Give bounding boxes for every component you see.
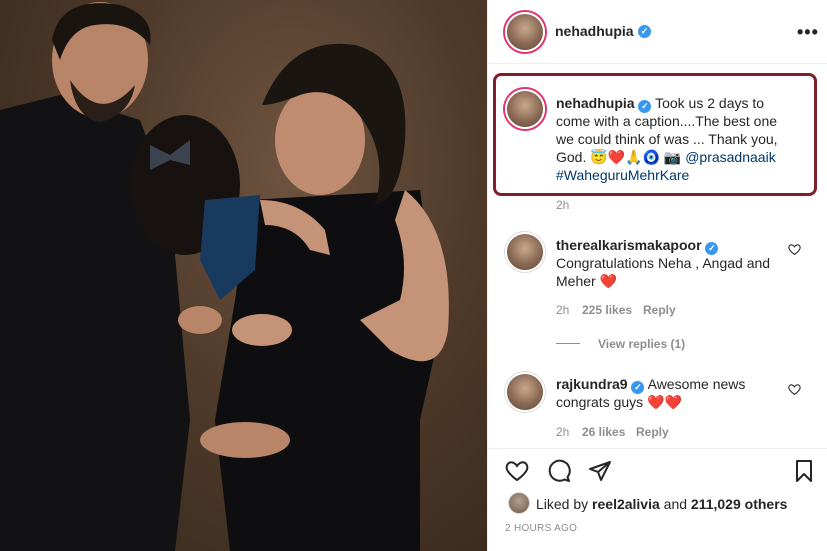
caption-hashtag-link[interactable]: #WaheguruMehrKare (556, 167, 689, 183)
liked-by-row: Liked by reel2alivia and 211,029 others (536, 496, 787, 512)
verified-badge-icon: ✓ (705, 242, 719, 255)
caption-avatar[interactable] (505, 89, 545, 129)
share-icon[interactable] (587, 459, 613, 483)
comment-likes[interactable]: 225 likes (582, 303, 632, 317)
author-avatar[interactable] (505, 12, 545, 52)
comment-avatar[interactable] (505, 372, 545, 412)
liked-by-user[interactable]: reel2alivia (592, 496, 660, 512)
liker-avatar[interactable] (508, 492, 530, 514)
post-actions-bar (488, 448, 827, 493)
verified-badge-icon: ✓ (631, 381, 645, 394)
liked-by-middle: and (663, 496, 688, 512)
comment-text: Congratulations Neha , Angad and Meher (556, 255, 771, 289)
comment-reply-button[interactable]: Reply (643, 303, 676, 317)
view-replies-button[interactable]: View replies (1) (598, 337, 685, 351)
view-replies-line (556, 343, 580, 344)
post-header: nehadhupia ✓ ••• (488, 0, 827, 64)
verified-badge-icon: ✓ (638, 25, 651, 38)
comment-emoji: ❤️❤️ (647, 394, 682, 410)
comment-like-heart-icon[interactable] (788, 383, 801, 396)
family-photo-illustration (0, 2, 449, 551)
comment-time[interactable]: 2h (556, 425, 569, 439)
post-timestamp[interactable]: 2 HOURS AGO (505, 523, 577, 534)
liked-by-prefix: Liked by (536, 496, 589, 512)
author-username[interactable]: nehadhupia (555, 23, 634, 39)
caption-username[interactable]: nehadhupia (556, 95, 635, 111)
comment-time[interactable]: 2h (556, 303, 569, 317)
comment-emoji: ❤️ (599, 273, 618, 289)
liked-by-count[interactable]: 211,029 others (691, 496, 788, 512)
comment-like-heart-icon[interactable] (788, 243, 801, 256)
heart-icon[interactable] (504, 459, 530, 483)
caption: nehadhupia ✓ Took us 2 days to come with… (556, 94, 796, 184)
comment-item: rajkundra9 ✓ Awesome news congrats guys … (556, 375, 776, 411)
post-side-panel: nehadhupia ✓ ••• nehadhupia ✓ Took us 2 … (487, 0, 827, 551)
more-options-icon[interactable]: ••• (797, 22, 819, 43)
verified-badge-icon: ✓ (638, 100, 652, 113)
bookmark-icon[interactable] (793, 459, 815, 483)
comment-item: therealkarismakapoor ✓ Congratulations N… (556, 236, 776, 290)
comment-username[interactable]: therealkarismakapoor (556, 237, 702, 253)
comment-username[interactable]: rajkundra9 (556, 376, 628, 392)
caption-emojis: 😇❤️🙏🧿 📷 (590, 149, 682, 165)
comment-reply-button[interactable]: Reply (636, 425, 669, 439)
comment-avatar[interactable] (505, 232, 545, 272)
post-photo[interactable] (0, 0, 487, 551)
comment-likes[interactable]: 26 likes (582, 425, 625, 439)
caption-mention-link[interactable]: @prasadnaaik (685, 149, 776, 165)
comment-icon[interactable] (546, 459, 572, 483)
caption-time[interactable]: 2h (556, 198, 569, 212)
